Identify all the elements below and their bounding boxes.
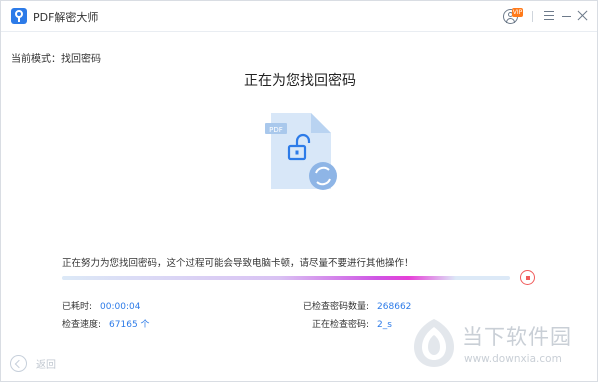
elapsed-time: 已耗时: 00:00:04: [62, 299, 140, 312]
stop-icon: [525, 275, 530, 280]
stop-button[interactable]: [520, 270, 535, 285]
speed-label: 检查速度:: [62, 320, 102, 330]
watermark-logo: [414, 319, 454, 367]
status-message: 正在努力为您找回密码，这个过程可能会导致电脑卡顿，请尽量不要进行其他操作！: [62, 258, 414, 269]
watermark-url: www.downxia.com: [464, 353, 562, 365]
progress-bar: [62, 276, 510, 280]
elapsed-label: 已耗时:: [62, 302, 93, 312]
progress-fill: [62, 276, 457, 280]
current-password: 正在检查密码: 2_s: [312, 317, 392, 330]
close-icon[interactable]: [577, 10, 588, 21]
back-button[interactable]: 返回: [10, 354, 56, 372]
app-title: PDF解密大师: [33, 11, 99, 24]
pdf-badge-text: PDF: [269, 126, 283, 134]
check-speed: 检查速度: 67165 个: [62, 317, 150, 330]
key-icon: [11, 8, 27, 24]
checked-label: 已检查密码数量:: [303, 302, 370, 312]
app-window: PDF解密大师 VIP 当前模式：找回密码 正在为您找回密码 PDF 正在努力为…: [0, 0, 598, 382]
page-title: 正在为您找回密码: [244, 73, 356, 89]
title-bar: PDF解密大师 VIP: [1, 1, 597, 32]
current-label: 正在检查密码:: [312, 320, 370, 330]
menu-icon[interactable]: [544, 11, 554, 21]
elapsed-value: 00:00:04: [100, 302, 141, 312]
speed-value: 67165 个: [109, 320, 150, 330]
watermark: 当下软件园 www.downxia.com: [412, 313, 592, 375]
minimize-icon[interactable]: [562, 16, 571, 18]
mode-label: 当前模式：找回密码: [11, 54, 101, 65]
back-arrow-icon: [10, 354, 27, 372]
current-value: 2_s: [377, 320, 392, 330]
refresh-icon: [309, 162, 337, 190]
titlebar-divider: [532, 11, 533, 22]
checked-count: 已检查密码数量: 268662: [303, 299, 411, 312]
checked-value: 268662: [377, 302, 412, 312]
pdf-unlock-illustration: PDF: [263, 109, 343, 193]
vip-badge: VIP: [512, 8, 523, 17]
back-label: 返回: [36, 359, 56, 371]
watermark-text: 当下软件园: [462, 325, 572, 349]
